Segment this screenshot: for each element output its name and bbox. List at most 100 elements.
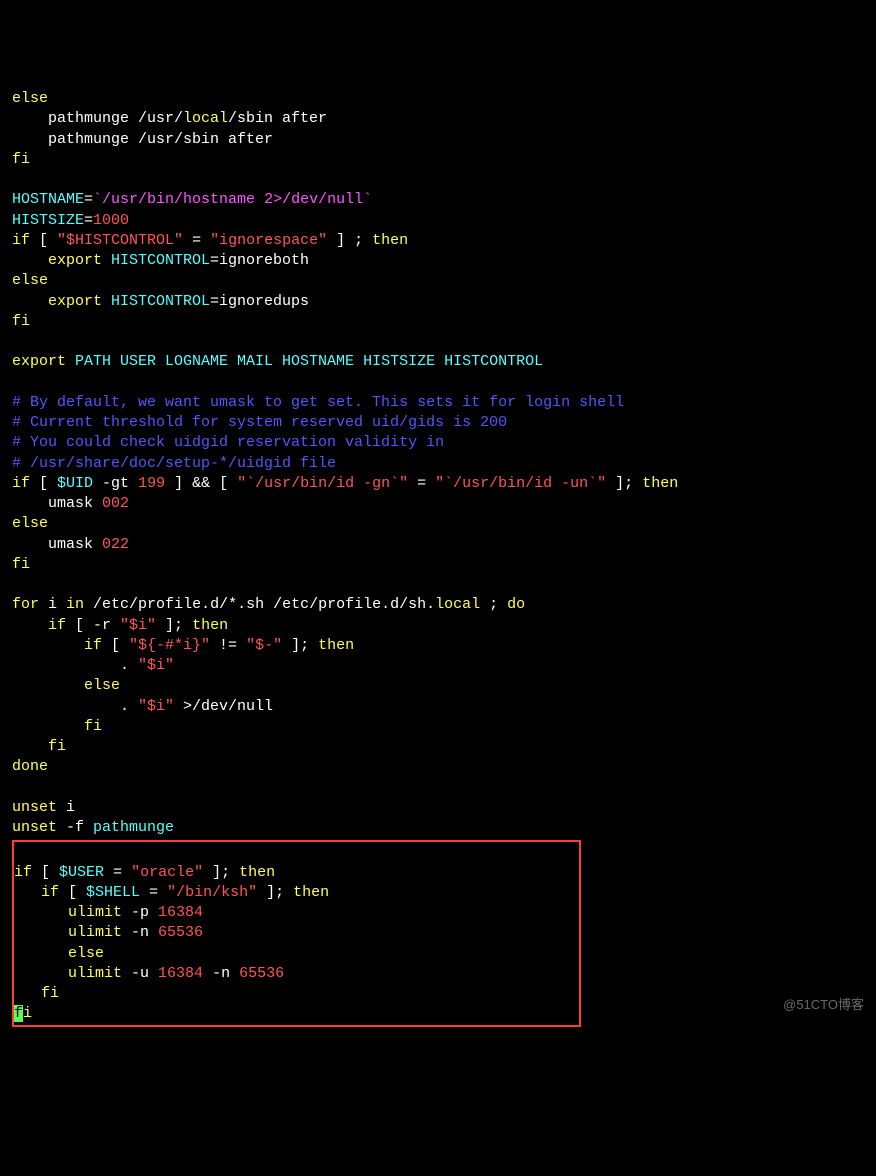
highlight-box: if [ $USER = "oracle" ]; then if [ $SHEL…: [12, 840, 581, 1026]
str: "ignorespace": [210, 232, 327, 249]
kw-ulimit: ulimit: [14, 904, 122, 921]
str: "`/usr/bin/id -un`": [435, 475, 606, 492]
txt: ];: [203, 864, 239, 881]
txt: umask: [12, 495, 102, 512]
var: $SHELL: [86, 884, 140, 901]
str: `/usr/bin/hostname: [93, 191, 264, 208]
fn: pathmunge: [93, 819, 174, 836]
str: "$i": [138, 657, 174, 674]
txt: -f: [57, 819, 93, 836]
kw-then: then: [239, 864, 275, 881]
txt: [: [30, 232, 57, 249]
txt: .: [12, 657, 138, 674]
kw-if: if: [12, 617, 66, 634]
kw-export: export: [12, 252, 102, 269]
kw-else: else: [14, 945, 104, 962]
str: "`/usr/bin/id -gn`": [237, 475, 408, 492]
kw-then: then: [192, 617, 228, 634]
var: i: [39, 596, 66, 613]
op: =: [84, 212, 93, 229]
txt: -n: [122, 924, 158, 941]
kw-else: else: [12, 515, 48, 532]
num: 1000: [93, 212, 129, 229]
kw-fi: fi: [12, 556, 30, 573]
txt: -n: [203, 965, 239, 982]
num: 199: [138, 475, 165, 492]
kw-unset: unset: [12, 819, 57, 836]
str: "${-#*i}": [129, 637, 210, 654]
code-block: else pathmunge /usr/local/sbin after pat…: [12, 89, 864, 1027]
kw-do: do: [507, 596, 525, 613]
txt: ];: [156, 617, 192, 634]
str: "$i": [120, 617, 156, 634]
comment: # Current threshold for system reserved …: [12, 414, 507, 431]
op: =: [183, 232, 210, 249]
var: HISTCONTROL: [102, 293, 210, 310]
num: 022: [102, 536, 129, 553]
txt: ;: [480, 596, 507, 613]
kw-for: for: [12, 596, 39, 613]
txt: [: [30, 475, 57, 492]
kw-fi: fi: [12, 718, 102, 735]
txt: ];: [282, 637, 318, 654]
num: 65536: [239, 965, 284, 982]
num: 65536: [158, 924, 203, 941]
txt: pathmunge /usr/sbin after: [12, 131, 273, 148]
kw-if: if: [12, 637, 102, 654]
kw-if: if: [12, 232, 30, 249]
txt: ] ;: [327, 232, 372, 249]
kw-ulimit: ulimit: [14, 965, 122, 982]
num: 16384: [158, 904, 203, 921]
txt: [: [59, 884, 86, 901]
var: HISTCONTROL: [102, 252, 210, 269]
str: "$-": [246, 637, 282, 654]
txt: -gt: [93, 475, 138, 492]
txt: ];: [606, 475, 642, 492]
op: =: [140, 884, 167, 901]
txt: umask: [12, 536, 102, 553]
var: i: [57, 799, 75, 816]
kw-export: export: [12, 293, 102, 310]
op: =: [84, 191, 93, 208]
txt: pathmunge /usr/: [12, 110, 183, 127]
var-list: PATH USER LOGNAME MAIL HOSTNAME HISTSIZE…: [66, 353, 543, 370]
op: !=: [210, 637, 246, 654]
kw-then: then: [642, 475, 678, 492]
var: HOSTNAME: [12, 191, 84, 208]
str: >/dev/null`: [273, 191, 372, 208]
comment: # By default, we want umask to get set. …: [12, 394, 624, 411]
kw-then: then: [372, 232, 408, 249]
txt: =ignoredups: [210, 293, 309, 310]
kw-fi: fi: [12, 151, 30, 168]
kw-if: if: [12, 475, 30, 492]
var: $USER: [59, 864, 104, 881]
kw-local: local: [183, 110, 228, 127]
txt: >/dev/null: [174, 698, 273, 715]
kw-local: local: [435, 596, 480, 613]
kw-in: in: [66, 596, 84, 613]
kw-fi: fi: [14, 985, 59, 1002]
txt: [ -r: [66, 617, 120, 634]
kw-else: else: [12, 272, 48, 289]
kw-fi: fi: [12, 738, 66, 755]
kw-else: else: [12, 677, 120, 694]
kw-if: if: [14, 864, 32, 881]
var: $UID: [57, 475, 93, 492]
watermark: @51CTO博客: [783, 996, 864, 1014]
txt: -p: [122, 904, 158, 921]
str: "$HISTCONTROL": [57, 232, 183, 249]
comment: # /usr/share/doc/setup-*/uidgid file: [12, 455, 336, 472]
txt: .: [12, 698, 138, 715]
txt: ];: [257, 884, 293, 901]
num: 16384: [158, 965, 203, 982]
str: "/bin/ksh": [167, 884, 257, 901]
txt: =ignoreboth: [210, 252, 309, 269]
num: 2: [264, 191, 273, 208]
op: =: [408, 475, 435, 492]
kw-then: then: [318, 637, 354, 654]
kw-done: done: [12, 758, 48, 775]
comment: # You could check uidgid reservation val…: [12, 434, 444, 451]
kw-fi: fi: [12, 313, 30, 330]
op: =: [104, 864, 131, 881]
str: "oracle": [131, 864, 203, 881]
